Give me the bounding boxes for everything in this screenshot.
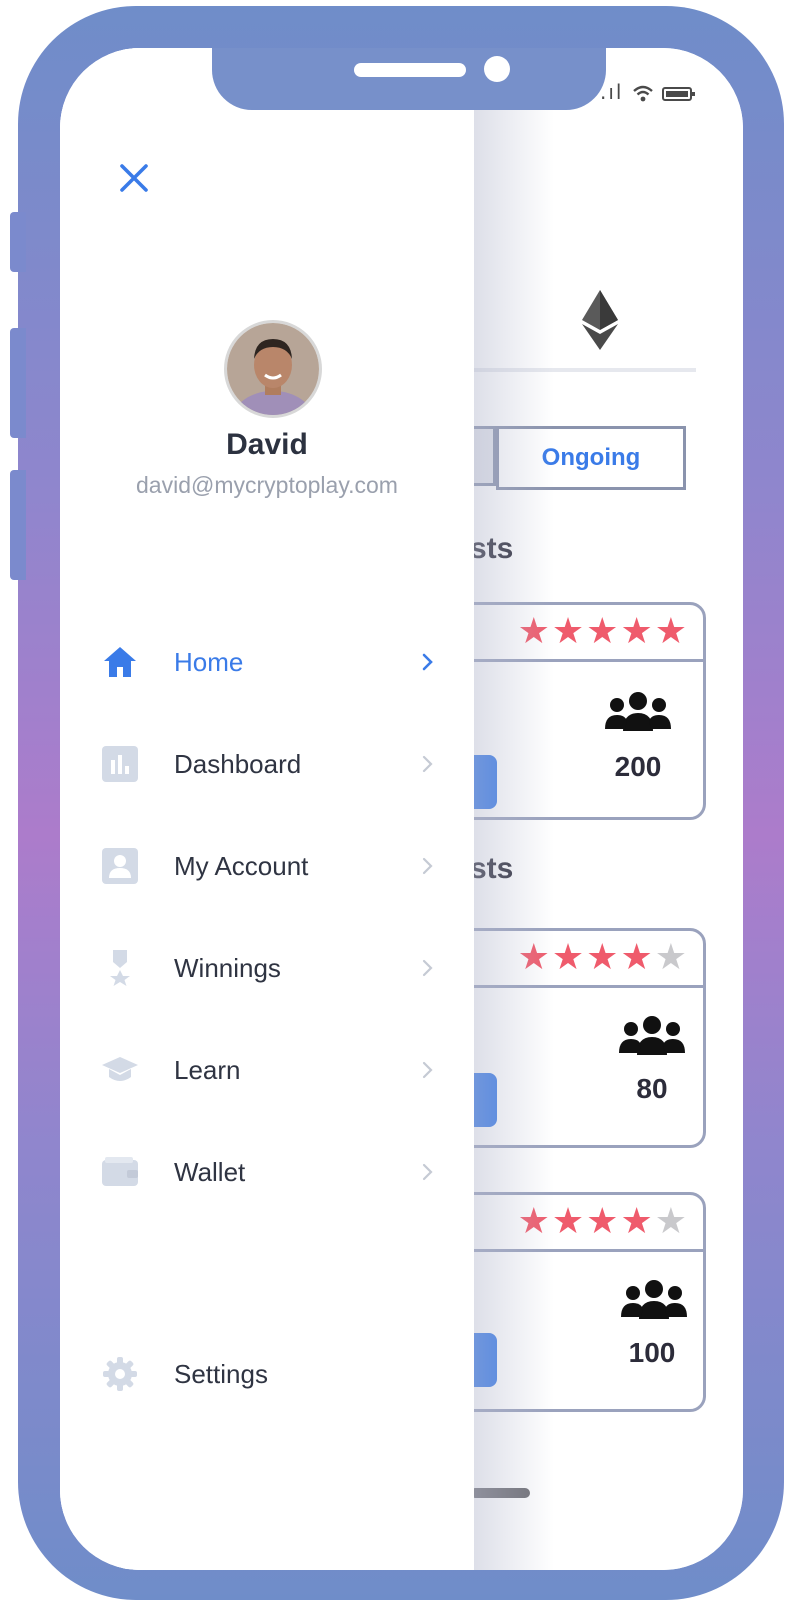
chevron-right-icon: [422, 755, 433, 773]
star-icon: ★: [586, 937, 621, 978]
screen: Ongoing sts ★★★★★ 200 sts ★★★★★: [60, 48, 743, 1570]
star-icon: ★: [551, 1201, 587, 1242]
user-email: david@mycryptoplay.com: [136, 472, 398, 498]
players-count: 100: [628, 1337, 676, 1368]
chevron-right-icon: [422, 857, 433, 875]
star-icon: ★: [586, 1201, 621, 1242]
menu-item-label: Winnings: [174, 952, 281, 983]
star-icon: ★: [654, 611, 689, 652]
account-icon: [100, 846, 140, 886]
home-icon: [100, 642, 140, 682]
star-icon: ★: [586, 611, 621, 652]
graduation-cap-icon: [100, 1050, 140, 1090]
star-icon: ★: [620, 937, 655, 978]
players-count: 200: [614, 751, 662, 782]
menu-item-label: Wallet: [174, 1156, 246, 1187]
menu-item-label: Home: [174, 646, 244, 677]
notch: [212, 48, 606, 110]
menu-item-settings[interactable]: Settings: [100, 1344, 440, 1404]
star-icon: ★: [551, 937, 587, 978]
players-count: 80: [636, 1073, 668, 1104]
chart-icon: [100, 744, 140, 784]
chevron-right-icon: [422, 1163, 433, 1181]
chevron-right-icon: [422, 959, 433, 977]
star-empty-icon: ★: [654, 1201, 689, 1242]
menu-item-my-account[interactable]: My Account: [100, 836, 440, 896]
drawer-shadow: [474, 48, 554, 1570]
menu-item-learn[interactable]: Learn: [100, 1040, 440, 1100]
star-icon: ★: [620, 611, 655, 652]
battery-icon: [662, 86, 696, 101]
navigation-drawer: David david@mycryptoplay.com Home Dashbo…: [60, 48, 474, 1570]
camera: [484, 56, 510, 82]
user-name: David: [226, 428, 308, 461]
menu-item-label: Learn: [174, 1054, 241, 1085]
close-icon[interactable]: [116, 160, 152, 196]
players-icon: [605, 692, 671, 731]
mute-switch: [10, 212, 26, 272]
medal-icon: [100, 948, 140, 988]
volume-up-button: [10, 328, 26, 438]
volume-down-button: [10, 470, 26, 580]
chevron-right-icon: [422, 653, 433, 671]
menu-item-label: Dashboard: [174, 748, 302, 779]
star-empty-icon: ★: [654, 937, 689, 978]
menu-item-label: My Account: [174, 850, 309, 881]
status-bar: .ıl: [600, 80, 696, 104]
chevron-right-icon: [422, 1061, 433, 1079]
ethereum-icon: [582, 290, 618, 350]
speaker: [354, 63, 466, 77]
menu-item-home[interactable]: Home: [100, 632, 440, 692]
avatar-photo: [227, 323, 319, 415]
wifi-icon: [633, 85, 653, 101]
menu-item-dashboard[interactable]: Dashboard: [100, 734, 440, 794]
star-icon: ★: [620, 1201, 655, 1242]
players-icon: [619, 1016, 685, 1055]
menu-item-label: Settings: [174, 1358, 268, 1389]
avatar[interactable]: [224, 320, 322, 418]
star-icon: ★: [551, 611, 587, 652]
menu-item-wallet[interactable]: Wallet: [100, 1142, 440, 1202]
menu-item-winnings[interactable]: Winnings: [100, 938, 440, 998]
signal-icon: .ıl: [600, 80, 624, 104]
players-icon: [621, 1280, 687, 1319]
gear-icon: [100, 1354, 140, 1394]
wallet-icon: [100, 1152, 140, 1192]
